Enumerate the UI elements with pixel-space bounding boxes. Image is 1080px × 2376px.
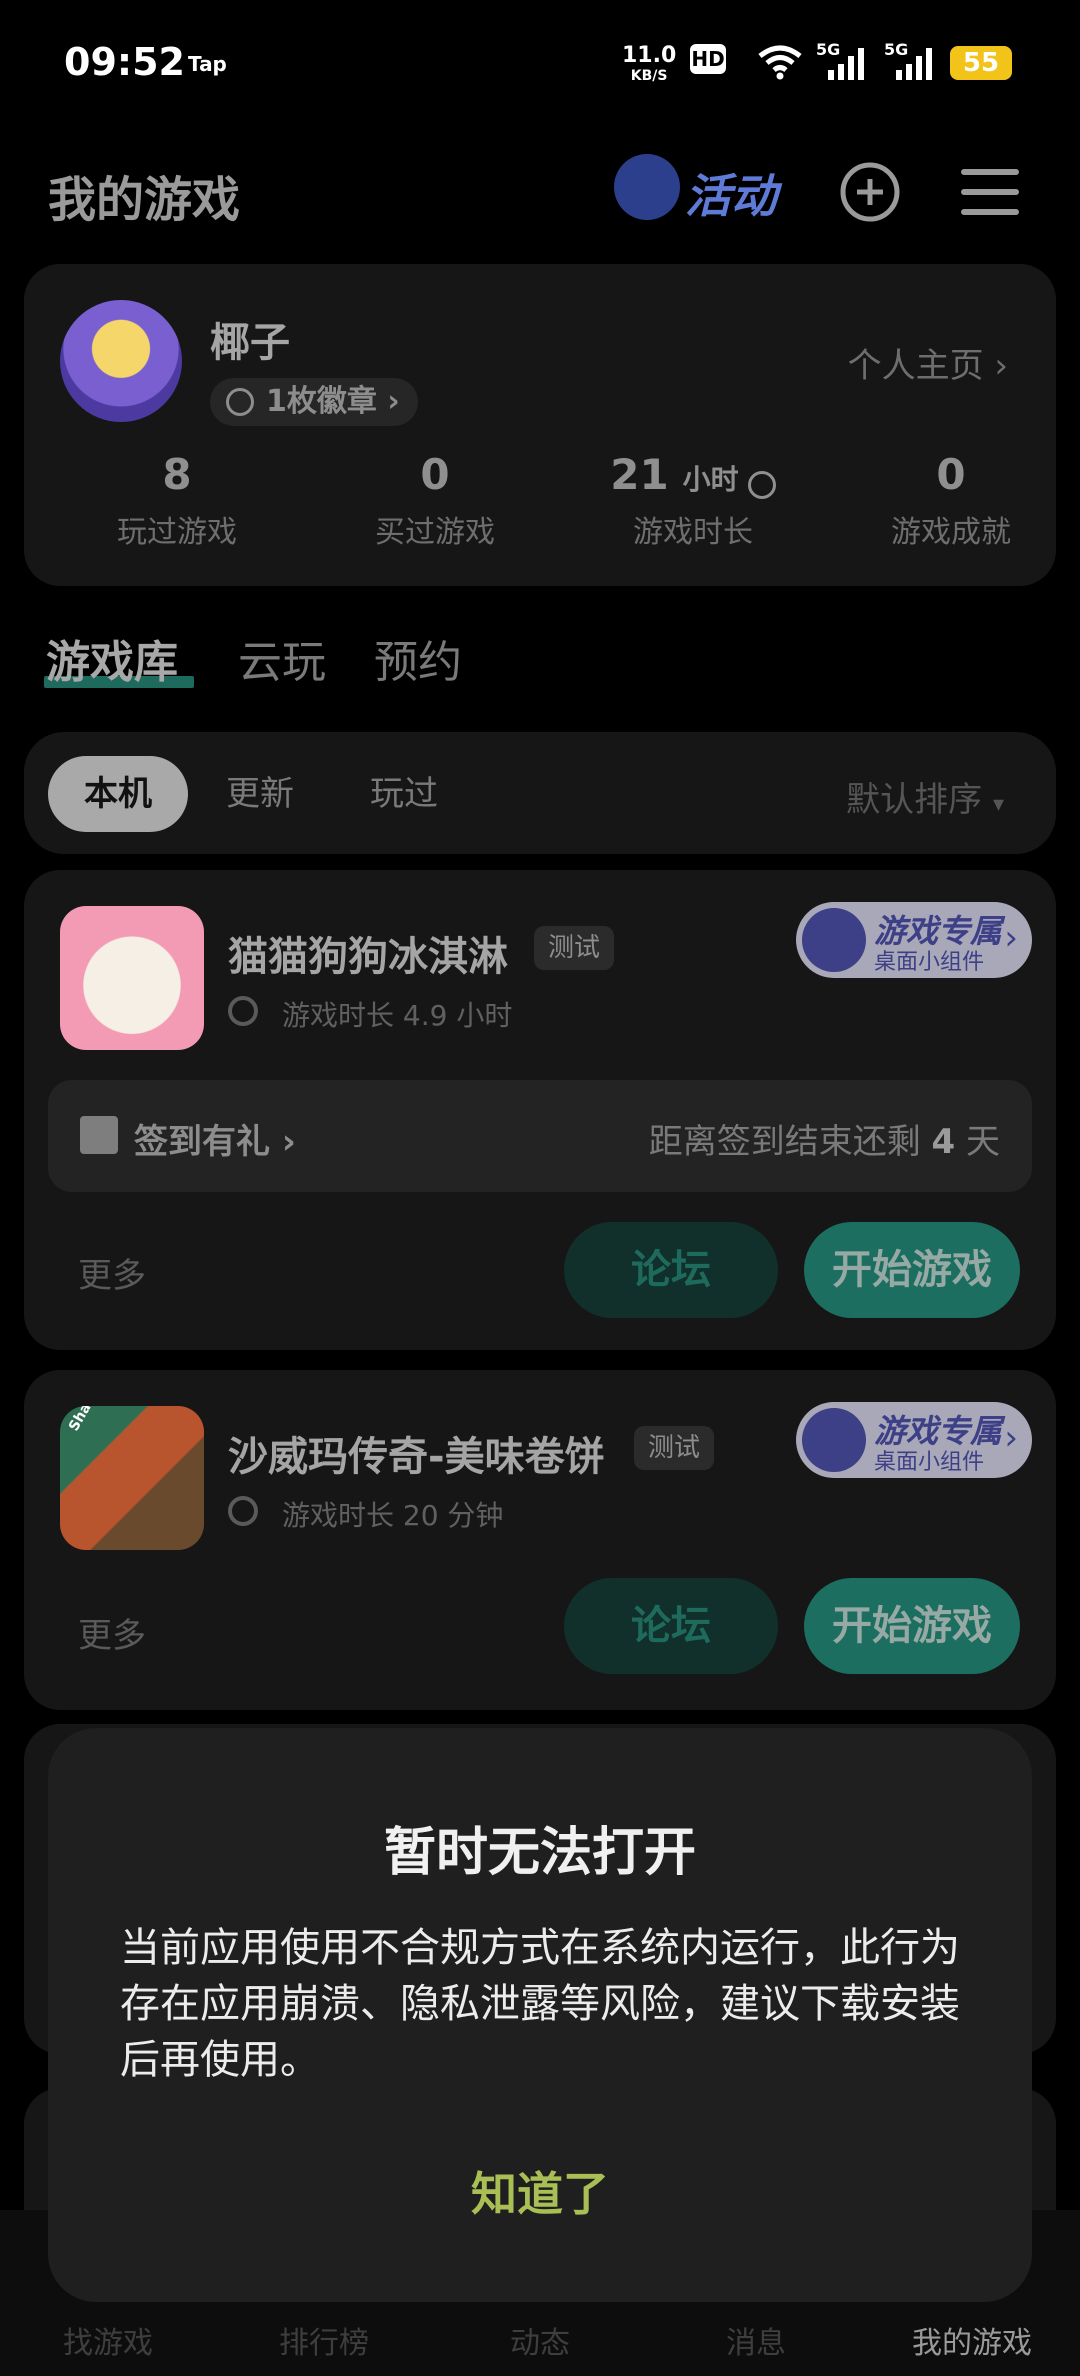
avatar[interactable] [60, 300, 182, 422]
menu-icon[interactable] [958, 160, 1022, 224]
gamepad-icon [802, 1408, 866, 1472]
game-icon[interactable]: Shawarma [60, 1406, 204, 1550]
dialog-confirm-button[interactable]: 知道了 [48, 2158, 1032, 2224]
status-time: 09:52 [64, 40, 185, 84]
nav-rankings[interactable]: 排行榜 [216, 2318, 432, 2362]
info-icon[interactable] [747, 470, 776, 499]
dialog-message: 当前应用使用不合规方式在系统内运行，此行为存在应用崩溃、隐私泄露等风险，建议下载… [120, 1925, 960, 2083]
start-game-button[interactable]: 开始游戏 [804, 1578, 1020, 1674]
nav-find-games[interactable]: 找游戏 [0, 2318, 216, 2362]
playtime: 游戏时长 4.9 小时 [282, 999, 513, 1032]
stopwatch-icon [228, 1496, 258, 1526]
stopwatch-icon [228, 996, 258, 1026]
test-tag: 测试 [634, 1426, 715, 1470]
signin-remaining-suffix: 天 [966, 1122, 1000, 1162]
chevron-right-icon: › [387, 384, 400, 419]
filter-bar: 本机 更新 玩过 默认排序 ▾ [24, 732, 1056, 854]
add-icon[interactable] [838, 160, 902, 224]
homepage-label: 个人主页 [847, 346, 984, 386]
chevron-right-icon: › [994, 346, 1008, 386]
nav-feed[interactable]: 动态 [432, 2318, 648, 2362]
more-button[interactable]: 更多 [78, 1248, 146, 1297]
desktop-widget-button[interactable]: 游戏专属 桌面小组件 › [796, 902, 1032, 978]
network-speed: 11.0 KB/S [622, 43, 677, 86]
battery-indicator: 55 [950, 46, 1012, 80]
badge-label: 1枚徽章 [266, 384, 377, 419]
stat-played[interactable]: 8 玩过游戏 [48, 450, 306, 551]
username: 椰子 [210, 320, 290, 366]
signin-remaining: 距离签到结束还剩 4 天 [649, 1114, 1000, 1163]
hd-voice-icon: HD [690, 44, 726, 74]
cell-signal-icon [828, 48, 864, 80]
activity-label: 活动 [685, 169, 777, 223]
badge-button[interactable]: 1枚徽章 › [210, 378, 418, 426]
stat-label: 游戏时长 [633, 515, 753, 550]
chevron-right-icon: › [281, 1122, 296, 1162]
tap-app-indicator: Tap [188, 52, 227, 76]
stat-label: 游戏成就 [891, 515, 1011, 550]
wifi-icon [758, 45, 802, 80]
gamepad-icon [802, 908, 866, 972]
test-tag: 测试 [534, 926, 615, 970]
network-speed-unit: KB/S [630, 68, 668, 84]
widget-subtitle: 桌面小组件 [874, 1450, 985, 1475]
cell-signal-icon-2 [896, 48, 932, 80]
game-name[interactable]: 猫猫狗狗冰淇淋 [228, 924, 508, 982]
network-speed-value: 11.0 [622, 43, 677, 68]
stat-bought[interactable]: 0 买过游戏 [306, 450, 564, 551]
playtime: 游戏时长 20 分钟 [282, 1499, 504, 1532]
stat-value: 21 [610, 450, 669, 499]
sort-dropdown[interactable]: 默认排序 ▾ [846, 772, 1004, 821]
game-icon[interactable] [60, 906, 204, 1050]
dialog-title: 暂时无法打开 [383, 1823, 696, 1883]
tab-reservation[interactable]: 预约 [374, 626, 462, 690]
forum-button[interactable]: 论坛 [564, 1578, 778, 1674]
signin-remaining-prefix: 距离签到结束还剩 [648, 1122, 921, 1162]
tab-cloud-play[interactable]: 云玩 [238, 626, 326, 690]
game-card: Shawarma 沙威玛传奇-美味卷饼 测试 游戏时长 20 分钟 游戏专属 桌… [24, 1370, 1056, 1710]
desktop-widget-button[interactable]: 游戏专属 桌面小组件 › [796, 1402, 1032, 1478]
stat-value: 0 [936, 450, 966, 499]
filter-updates[interactable]: 更新 [190, 756, 330, 832]
signin-remaining-days: 4 [931, 1122, 956, 1162]
game-card: 猫猫狗狗冰淇淋 测试 游戏时长 4.9 小时 游戏专属 桌面小组件 › 签到有礼… [24, 870, 1056, 1350]
signin-label: 签到有礼 [134, 1122, 270, 1162]
filter-local[interactable]: 本机 [48, 756, 188, 832]
sort-label: 默认排序 [846, 780, 983, 820]
stat-playtime[interactable]: 21 小时 游戏时长 [564, 450, 822, 551]
gift-icon [80, 1116, 118, 1154]
status-bar: 09:52 Tap 11.0 KB/S HD 5G 5G 55 [0, 0, 1080, 120]
start-game-button[interactable]: 开始游戏 [804, 1222, 1020, 1318]
homepage-link[interactable]: 个人主页 › [848, 338, 1008, 387]
game-name[interactable]: 沙威玛传奇-美味卷饼 [228, 1424, 605, 1482]
stat-unit: 小时 [682, 463, 739, 496]
caret-down-icon: ▾ [992, 792, 1004, 817]
filter-played[interactable]: 玩过 [334, 756, 474, 832]
forum-button[interactable]: 论坛 [564, 1222, 778, 1318]
activity-banner[interactable]: 活动 [610, 148, 790, 228]
chevron-right-icon: › [1004, 918, 1018, 958]
more-button[interactable]: 更多 [78, 1608, 146, 1657]
stat-achievements[interactable]: 0 游戏成就 [822, 450, 1080, 551]
widget-subtitle: 桌面小组件 [874, 950, 985, 975]
game-icon-text: Shawarma [66, 1406, 121, 1434]
profile-card: 椰子 1枚徽章 › 个人主页 › 8 玩过游戏 0 买过游戏 21 小时 游戏时长… [24, 264, 1056, 586]
medal-icon [226, 388, 254, 416]
page-title: 我的游戏 [48, 172, 241, 228]
chevron-right-icon: › [1004, 1418, 1018, 1458]
signin-row[interactable]: 签到有礼 › 距离签到结束还剩 4 天 [48, 1080, 1032, 1192]
stat-label: 玩过游戏 [117, 515, 237, 550]
nav-my-games[interactable]: 我的游戏 [864, 2318, 1080, 2362]
tab-library[interactable]: 游戏库 [46, 626, 178, 690]
stat-value: 8 [162, 450, 192, 499]
nav-messages[interactable]: 消息 [648, 2318, 864, 2362]
stat-value: 0 [420, 450, 450, 499]
alert-dialog: 暂时无法打开 当前应用使用不合规方式在系统内运行，此行为存在应用崩溃、隐私泄露等… [48, 1728, 1032, 2302]
activity-icon [614, 154, 680, 220]
stat-label: 买过游戏 [375, 515, 495, 550]
signin-label-group: 签到有礼 › [134, 1114, 296, 1163]
